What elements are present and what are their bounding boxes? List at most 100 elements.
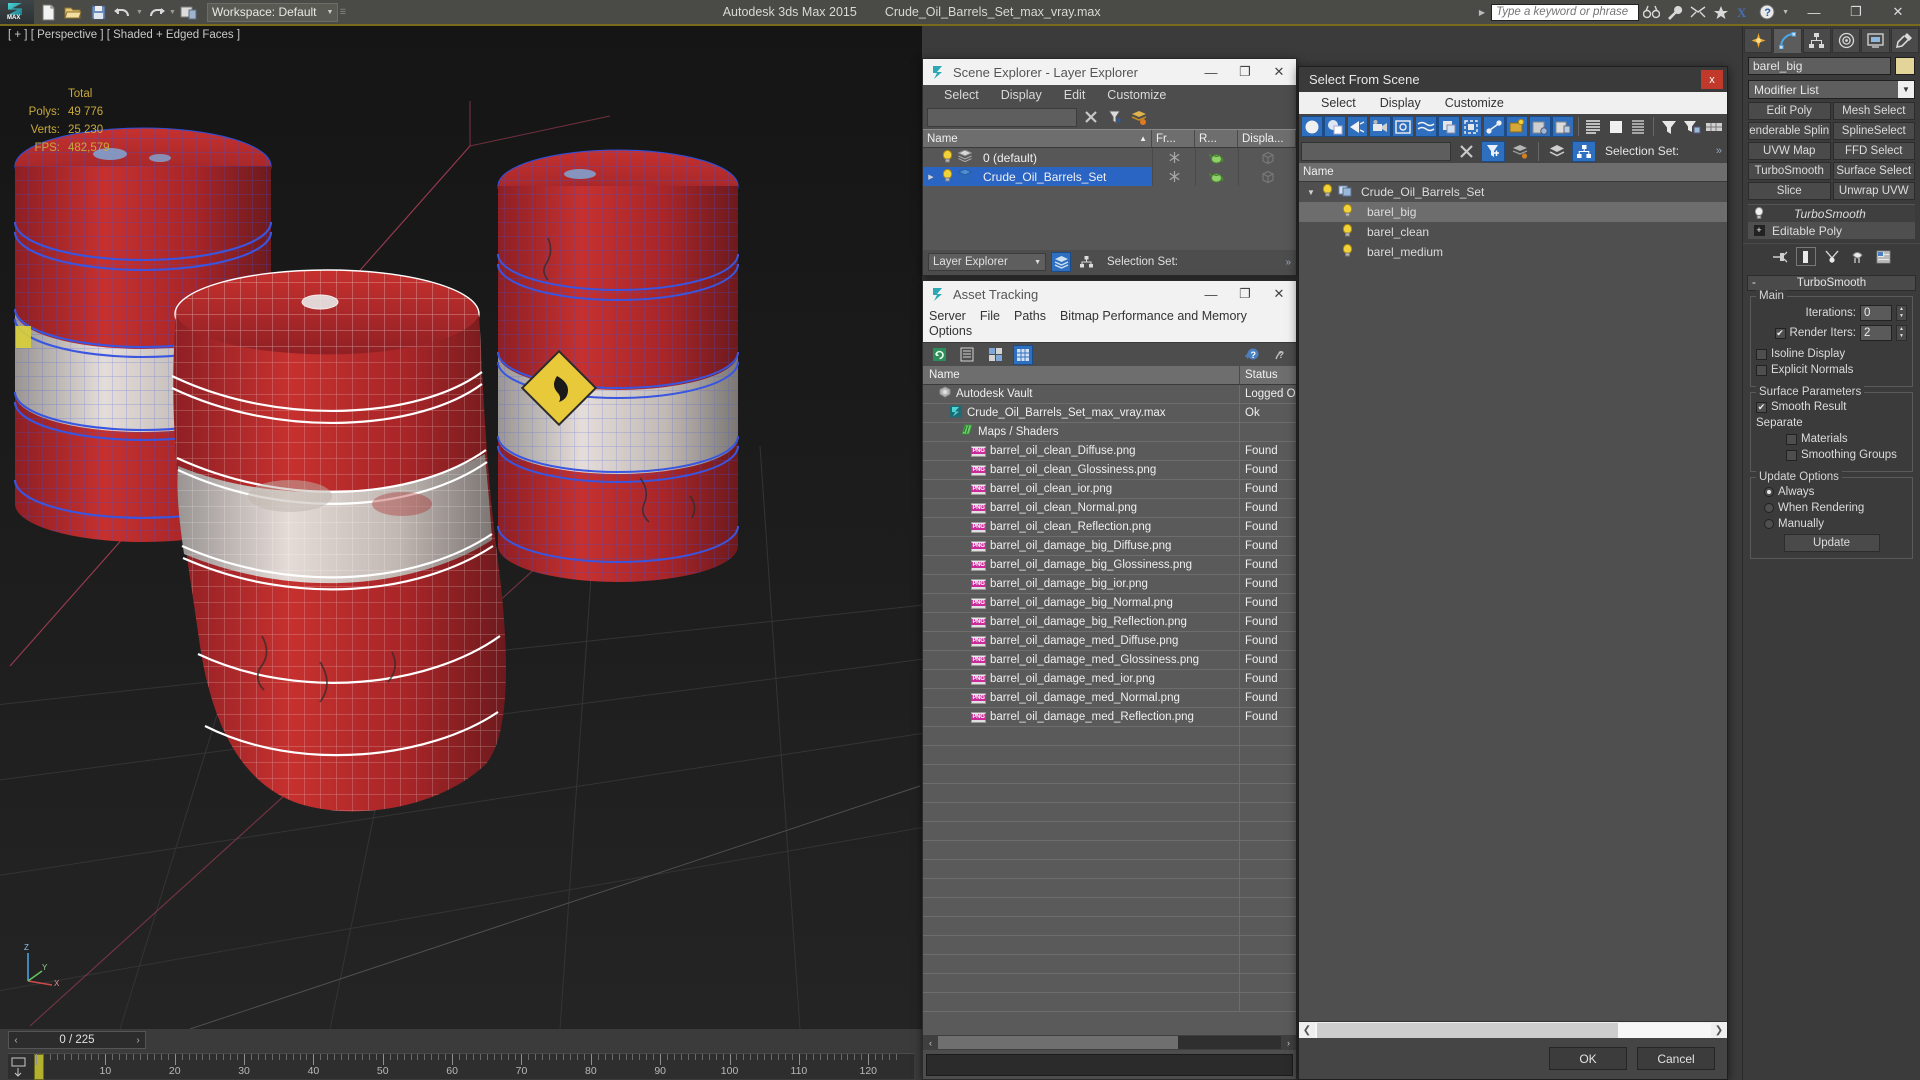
redo-icon[interactable] — [144, 1, 168, 23]
asset-row[interactable]: PNG barrel_oil_damage_big_ior.png Found — [923, 574, 1296, 594]
asset-row[interactable]: PNG barrel_oil_damage_med_Glossiness.png… — [923, 650, 1296, 670]
select-filter-icon[interactable] — [1105, 107, 1125, 127]
asset-row[interactable]: Maps / Shaders — [923, 422, 1296, 442]
asset-tracking-menu-options[interactable]: Options — [929, 324, 972, 339]
refresh-icon[interactable] — [929, 345, 949, 365]
asset-tracking-menu-bitmap-performance-and-memory[interactable]: Bitmap Performance and Memory — [1060, 309, 1247, 324]
at-column-name[interactable]: Name — [923, 366, 1240, 384]
asset-row[interactable]: PNG barrel_oil_damage_big_Normal.png Fou… — [923, 593, 1296, 613]
update-radio-manually[interactable] — [1764, 519, 1774, 529]
helpers-filter-icon[interactable] — [1392, 116, 1414, 137]
scene-explorer-close[interactable]: ✕ — [1262, 59, 1296, 85]
containers-filter-icon[interactable] — [1506, 116, 1528, 137]
list-view-icon[interactable] — [957, 345, 977, 365]
cameras-filter-icon[interactable] — [1369, 116, 1392, 137]
geometry-filter-icon[interactable] — [1301, 116, 1323, 137]
scroll-left-icon[interactable]: ‹ — [923, 1038, 938, 1048]
columns-icon[interactable] — [1703, 116, 1725, 137]
asset-row[interactable]: PNG barrel_oil_damage_big_Glossiness.png… — [923, 555, 1296, 575]
groups-filter-icon[interactable] — [1437, 116, 1460, 137]
column-header-name[interactable]: Name ▲ — [923, 130, 1152, 147]
hierarchy-view-toggle[interactable] — [1076, 252, 1096, 272]
help-dropdown-arrow[interactable]: ▼ — [1779, 9, 1792, 16]
modifier-button-ffd-select[interactable]: FFD Select — [1832, 142, 1915, 160]
smoothing-groups-checkbox[interactable] — [1786, 449, 1797, 461]
asset-tracking-hscrollbar[interactable]: ‹ › — [923, 1035, 1296, 1050]
smooth-result-checkbox[interactable]: ✔ — [1756, 401, 1767, 413]
redo-dropdown-arrow[interactable]: ▼ — [169, 1, 176, 23]
asset-row[interactable]: PNG barrel_oil_clean_ior.png Found — [923, 479, 1296, 499]
filter-icon[interactable] — [1658, 116, 1680, 137]
update-button[interactable]: Update — [1783, 534, 1880, 552]
make-unique-icon[interactable] — [1822, 247, 1842, 266]
freeze-cell[interactable] — [1152, 167, 1195, 186]
update-radio-always[interactable] — [1764, 487, 1774, 497]
explorer-mode-selector[interactable]: Layer Explorer ▼ — [928, 253, 1046, 271]
update-option-row[interactable]: Always — [1756, 486, 1907, 498]
asset-tracking-menu-paths[interactable]: Paths — [1014, 309, 1046, 324]
wrench-icon[interactable] — [1664, 2, 1685, 23]
sfs-tree-row[interactable]: barel_big — [1299, 202, 1727, 222]
command-panel[interactable]: barel_big Modifier List ▼ Edit Poly Mesh … — [1742, 26, 1920, 1080]
modifier-button-surface-select[interactable]: Surface Select — [1832, 162, 1915, 180]
scene-explorer-title-bar[interactable]: Scene Explorer - Layer Explorer — ❐ ✕ — [923, 59, 1296, 85]
toolbar-overflow-icon[interactable]: » — [1716, 145, 1725, 157]
expand-plus-icon[interactable]: + — [1753, 225, 1765, 236]
workspace-selector[interactable]: Workspace: Default ▼ — [207, 2, 339, 22]
window-maximize-button[interactable]: ❐ — [1836, 0, 1876, 24]
scroll-thumb[interactable] — [1317, 1022, 1618, 1038]
bones-filter-icon[interactable] — [1483, 116, 1506, 137]
select-from-scene-title-bar[interactable]: Select From Scene x — [1299, 67, 1727, 92]
update-option-row[interactable]: When Rendering — [1756, 502, 1907, 514]
sfs-menu-customize[interactable]: Customize — [1433, 96, 1516, 110]
sfs-menu-display[interactable]: Display — [1368, 96, 1433, 110]
remove-modifier-icon[interactable] — [1848, 247, 1868, 266]
materials-checkbox[interactable] — [1786, 433, 1797, 445]
layers-icon[interactable] — [1129, 107, 1149, 127]
ok-button[interactable]: OK — [1549, 1047, 1627, 1070]
asset-tracking-maximize[interactable]: ❐ — [1228, 281, 1262, 307]
asset-tracking-window[interactable]: Asset Tracking — ❐ ✕ Server File Paths Bitm… — [922, 280, 1297, 1080]
expand-arrow-icon[interactable]: ▶ — [925, 173, 937, 181]
collapse-all-icon[interactable] — [1605, 116, 1627, 137]
sfs-hscrollbar[interactable]: ❮ ❯ — [1299, 1021, 1727, 1038]
qat-overflow-icon[interactable]: ☰ — [339, 1, 346, 23]
asset-row[interactable]: Autodesk Vault Logged O — [923, 385, 1296, 404]
asset-tracking-menu-file[interactable]: File — [980, 309, 1000, 324]
open-file-icon[interactable] — [61, 1, 85, 23]
select-from-scene-dialog[interactable]: Select From Scene x Select Display Customi… — [1298, 66, 1728, 1080]
search-field[interactable] — [1496, 6, 1639, 18]
asset-row[interactable]: PNG barrel_oil_damage_med_Normal.png Fou… — [923, 688, 1296, 708]
scene-explorer-layer-row[interactable]: ▶ Crude_Oil_Barrels_Set — [923, 167, 1296, 186]
key-mode-icon[interactable] — [10, 1057, 32, 1077]
column-header-display[interactable]: Displa... — [1238, 130, 1296, 147]
modifier-button-enderable-splin[interactable]: enderable Splin — [1748, 122, 1831, 140]
isoline-display-checkbox[interactable] — [1756, 348, 1767, 360]
modifier-button-splineselect[interactable]: SplineSelect — [1832, 122, 1915, 140]
scene-explorer-menu-customize[interactable]: Customize — [1096, 88, 1177, 102]
asset-row[interactable]: PNG barrel_oil_damage_big_Diffuse.png Fo… — [923, 536, 1296, 556]
utilities-tab-icon[interactable] — [1890, 28, 1919, 53]
scroll-right-icon[interactable]: ❯ — [1711, 1025, 1727, 1036]
modifier-stack-row[interactable]: TurboSmooth — [1748, 205, 1915, 222]
shapes-filter-icon[interactable] — [1323, 116, 1346, 137]
modifier-stack[interactable]: TurboSmooth + Editable Poly — [1748, 204, 1915, 239]
render-iters-checkbox[interactable]: ✔ — [1774, 327, 1786, 339]
create-tab-icon[interactable] — [1744, 28, 1773, 53]
hierarchy-icon[interactable] — [1572, 140, 1596, 162]
asset-row[interactable]: Crude_Oil_Barrels_Set_max_vray.max Ok — [923, 403, 1296, 423]
object-name-field[interactable]: barel_big — [1748, 57, 1891, 75]
help-icon[interactable]: ? — [1756, 2, 1777, 23]
xrefs-filter-icon[interactable] — [1460, 116, 1483, 137]
subscription-icon[interactable] — [1687, 2, 1708, 23]
scroll-track[interactable] — [938, 1036, 1281, 1049]
scene-explorer-menu-display[interactable]: Display — [990, 88, 1053, 102]
list-view-icon[interactable] — [1628, 116, 1650, 137]
render-iters-spinner[interactable]: ▲ ▼ — [1896, 325, 1907, 341]
layer-stack-icon[interactable] — [1508, 141, 1532, 162]
new-file-icon[interactable] — [36, 1, 60, 23]
help-add-icon[interactable]: ? — [1242, 345, 1262, 365]
select-from-scene-object-tree[interactable]: ▼ Crude_Oil_Barrels_Set barel_big barel_… — [1299, 182, 1727, 1022]
configure-sets-icon[interactable] — [1874, 247, 1894, 266]
freeze-cell[interactable] — [1152, 148, 1195, 167]
